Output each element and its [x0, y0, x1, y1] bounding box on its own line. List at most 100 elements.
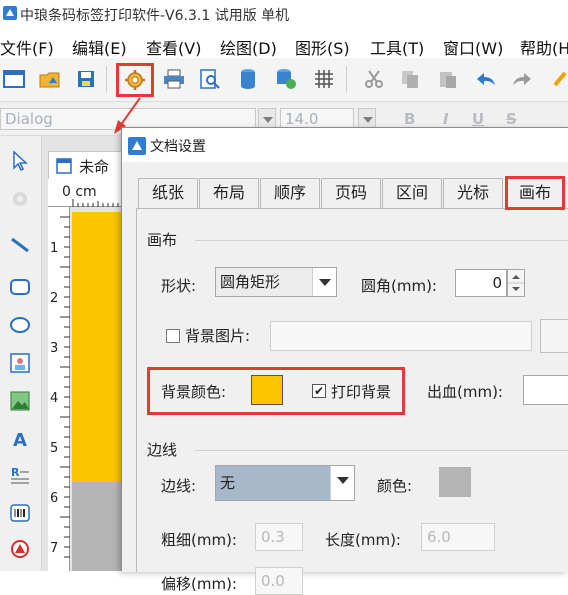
toolbar-separator — [346, 66, 347, 92]
undo-icon[interactable] — [472, 65, 500, 93]
redo-icon[interactable] — [508, 65, 536, 93]
document-tab[interactable]: 未命名 — [48, 151, 122, 197]
vertical-ruler: 1 2 3 4 5 6 7 — [48, 207, 70, 571]
dialog-title-bar: 文档设置 — [122, 128, 568, 162]
border-width-input[interactable]: 0.3 — [255, 523, 303, 551]
background-image-path-input — [270, 321, 532, 351]
strikethrough-button[interactable]: S — [506, 110, 517, 128]
border-width-label: 粗细(mm): — [161, 531, 237, 549]
open-folder-icon[interactable] — [36, 65, 64, 93]
main-toolbar — [0, 58, 568, 102]
border-style-value: 无 — [220, 474, 236, 492]
label-canvas[interactable] — [72, 212, 122, 482]
ruler-mark: 5 — [50, 441, 59, 456]
grid-icon[interactable] — [310, 65, 338, 93]
dialog-body: 纸张 布局 顺序 页码 区间 光标 画布 画布 形状: 圆角矩形 圆角(mm):… — [122, 162, 568, 595]
ruler-mark: 4 — [50, 391, 59, 406]
dialog-title: 文档设置 — [150, 139, 206, 155]
document-settings-dialog: 文档设置 纸张 布局 顺序 页码 区间 光标 画布 画布 形状: 圆角矩形 圆角… — [121, 127, 568, 595]
toolbar-separator — [106, 66, 107, 92]
svg-text:A: A — [13, 430, 27, 450]
shape-select-value: 圆角矩形 — [220, 273, 281, 291]
bleed-input[interactable] — [523, 375, 568, 405]
border-length-input[interactable]: 6.0 — [421, 523, 495, 551]
tab-paper[interactable]: 纸张 — [138, 178, 198, 208]
new-document-icon[interactable] — [0, 65, 28, 93]
horizontal-ruler: 0 cm — [48, 179, 122, 207]
document-tab-icon — [56, 158, 72, 174]
ruler-mark: 6 — [50, 491, 59, 506]
rounded-rectangle-tool-icon[interactable] — [5, 272, 35, 302]
shape-select[interactable]: 圆角矩形 — [215, 267, 337, 297]
line-tool-icon[interactable] — [5, 230, 35, 260]
print-preview-icon[interactable] — [196, 65, 224, 93]
menu-edit[interactable]: 编辑(E) — [72, 35, 127, 59]
border-offset-label: 偏移(mm): — [161, 575, 237, 593]
border-offset-input[interactable]: 0.0 — [255, 567, 303, 595]
image-tool-icon[interactable] — [5, 348, 35, 378]
dialog-app-icon — [128, 137, 146, 155]
tab-canvas[interactable]: 画布 — [505, 176, 565, 210]
group-divider — [195, 240, 568, 241]
save-icon[interactable] — [72, 65, 100, 93]
database-settings-icon[interactable] — [272, 65, 300, 93]
ruler-mark: 1 — [50, 241, 59, 256]
menu-file[interactable]: 文件(F) — [0, 35, 54, 59]
menu-view[interactable]: 查看(V) — [146, 35, 201, 59]
chevron-down-icon — [330, 466, 354, 500]
spinner-arrows-icon — [508, 275, 524, 291]
menu-window[interactable]: 窗口(W) — [443, 35, 503, 59]
border-length-label: 长度(mm): — [325, 531, 401, 549]
background-color-swatch[interactable] — [251, 375, 283, 405]
rotate-tool-icon[interactable] — [5, 184, 35, 214]
border-group-legend: 边线 — [147, 441, 178, 459]
ellipse-tool-icon[interactable] — [5, 310, 35, 340]
tab-order[interactable]: 顺序 — [260, 178, 320, 208]
menu-draw[interactable]: 绘图(D) — [220, 35, 277, 59]
menu-help[interactable]: 帮助(H) — [520, 35, 568, 59]
app-logo-icon — [3, 6, 17, 20]
radius-label: 圆角(mm): — [361, 277, 437, 295]
bleed-label: 出血(mm): — [427, 383, 503, 401]
shape-label: 形状: — [161, 277, 197, 295]
shape-tool-icon[interactable] — [5, 534, 35, 564]
background-image-checkbox[interactable] — [166, 329, 180, 343]
cut-icon[interactable] — [360, 65, 388, 93]
rich-text-tool-icon[interactable]: R — [5, 460, 35, 490]
italic-button[interactable]: I — [443, 110, 449, 128]
chevron-down-icon — [312, 268, 336, 296]
ruler-unit-label: 0 cm — [62, 184, 97, 200]
select-arrow-icon[interactable] — [5, 146, 35, 176]
paste-icon[interactable] — [434, 65, 462, 93]
menu-shape[interactable]: 图形(S) — [295, 35, 350, 59]
tab-page-number[interactable]: 页码 — [321, 178, 381, 208]
document-settings-gear-icon[interactable] — [116, 63, 154, 97]
background-image-label: 背景图片: — [185, 327, 251, 345]
menu-tools[interactable]: 工具(T) — [370, 35, 424, 59]
canvas-tab-panel: 画布 形状: 圆角矩形 圆角(mm): 0 背景图片: 背景颜色: ✔ 打印背景… — [136, 208, 568, 595]
group-divider — [195, 450, 568, 451]
ruler-mark: 7 — [50, 541, 59, 556]
barcode-tool-icon[interactable] — [5, 498, 35, 528]
border-color-swatch[interactable] — [439, 467, 471, 497]
tab-cursor[interactable]: 光标 — [443, 178, 503, 208]
border-label: 边线: — [161, 477, 197, 495]
picture-tool-icon[interactable] — [5, 386, 35, 416]
canvas-group-legend: 画布 — [147, 231, 178, 249]
border-style-select[interactable]: 无 — [215, 465, 355, 501]
canvas-margin-area — [72, 482, 122, 571]
browse-image-button[interactable] — [540, 319, 568, 353]
bold-button[interactable]: B — [404, 110, 415, 128]
radius-input[interactable]: 0 — [455, 269, 507, 297]
text-tool-icon[interactable]: A — [5, 424, 35, 454]
toolbar-overflow-icon[interactable] — [546, 65, 568, 93]
print-icon[interactable] — [160, 65, 188, 93]
tab-range[interactable]: 区间 — [382, 178, 442, 208]
ruler-mark: 2 — [50, 291, 59, 306]
tab-layout[interactable]: 布局 — [199, 178, 259, 208]
underline-button[interactable]: U — [472, 110, 484, 128]
database-icon[interactable] — [234, 65, 262, 93]
copy-icon[interactable] — [396, 65, 424, 93]
radius-spinner[interactable] — [507, 269, 525, 297]
print-background-checkbox[interactable]: ✔ — [312, 384, 326, 398]
